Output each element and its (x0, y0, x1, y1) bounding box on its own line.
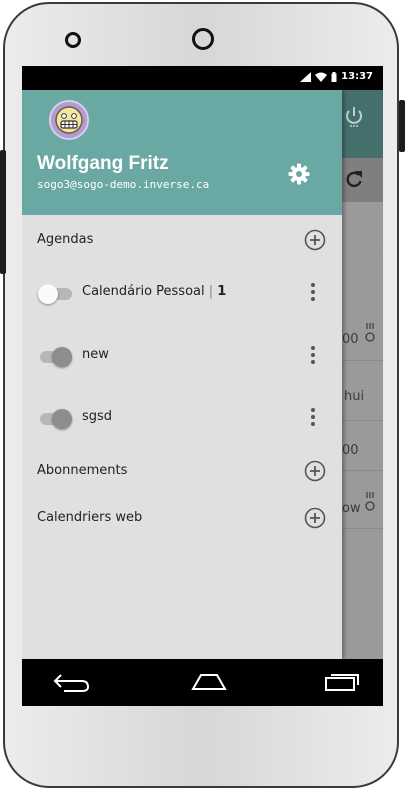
back-icon[interactable] (52, 671, 92, 693)
calendar-toggle[interactable] (38, 346, 72, 367)
status-bar: 13:37 (22, 66, 383, 90)
alarm-icon (365, 323, 375, 342)
user-name: Wolfgang Fritz (37, 153, 169, 174)
event-time: 00 (342, 443, 359, 458)
event-time: 00 (342, 332, 359, 347)
event-text: ow (342, 501, 361, 516)
agendas-section-label: Agendas (37, 232, 94, 247)
battery-icon (331, 71, 337, 82)
add-web-calendar-button[interactable] (304, 507, 326, 529)
calendar-item[interactable]: sgsd (22, 396, 342, 440)
event-text: hui (344, 389, 365, 404)
add-subscription-button[interactable] (304, 460, 326, 482)
avatar-face-icon (55, 106, 83, 134)
more-vert-icon[interactable] (309, 408, 317, 428)
recent-apps-icon[interactable] (322, 669, 362, 693)
subscriptions-section-label: Abonnements (37, 463, 128, 478)
wifi-icon (315, 72, 328, 82)
volume-button (0, 150, 6, 274)
calendar-name: new (82, 347, 109, 362)
home-icon[interactable] (189, 671, 229, 693)
calendar-name: Calendário Pessoal | 1 (82, 284, 227, 299)
signal-icon (300, 71, 312, 82)
web-calendars-section-label: Calendriers web (37, 510, 143, 525)
calendar-item[interactable]: new (22, 334, 342, 378)
calendar-toggle[interactable] (38, 283, 72, 304)
calendar-name: sgsd (82, 409, 113, 424)
avatar[interactable] (49, 100, 89, 140)
status-time: 13:37 (341, 71, 373, 82)
power-button (399, 100, 405, 152)
calendar-event-count: 1 (217, 284, 227, 299)
android-navigation-bar (22, 659, 383, 706)
alarm-icon (365, 492, 375, 511)
more-vert-icon[interactable] (309, 283, 317, 303)
settings-gear-icon[interactable] (287, 162, 311, 186)
user-email: sogo3@sogo-demo.inverse.ca (37, 178, 210, 191)
calendar-toggle[interactable] (38, 408, 72, 429)
list-divider (342, 470, 383, 471)
device-screen: 13:37 00 hui 00 ow Wolfgang Fritz sogo3@… (22, 66, 383, 706)
refresh-icon[interactable] (345, 170, 363, 188)
calendar-item[interactable]: Calendário Pessoal | 1 (22, 271, 342, 315)
navigation-drawer: Wolfgang Fritz sogo3@sogo-demo.inverse.c… (22, 90, 342, 659)
drawer-header: Wolfgang Fritz sogo3@sogo-demo.inverse.c… (22, 90, 342, 215)
list-divider (342, 420, 383, 421)
add-agenda-button[interactable] (304, 229, 326, 251)
list-divider (342, 528, 383, 529)
more-vert-icon[interactable] (309, 346, 317, 366)
front-camera-icon (65, 32, 81, 48)
power-icon[interactable] (344, 106, 364, 128)
list-divider (342, 360, 383, 361)
front-sensor-icon (192, 28, 214, 50)
calendar-app: 00 hui 00 ow Wolfgang Fritz sogo3@sogo-d… (22, 90, 383, 659)
